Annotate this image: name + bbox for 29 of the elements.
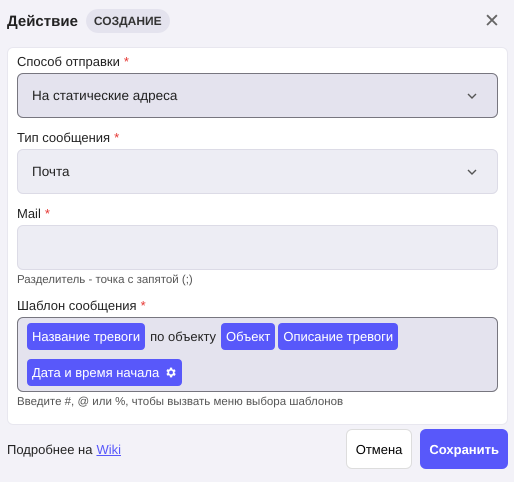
save-button[interactable]: Сохранить: [420, 429, 508, 469]
required-mark: *: [114, 130, 120, 145]
more-text: Подробнее на: [7, 442, 92, 456]
template-tag[interactable]: Описание тревоги: [278, 323, 398, 350]
required-mark: *: [124, 54, 129, 69]
required-mark: *: [44, 206, 50, 221]
chevron-down-icon: [467, 168, 477, 174]
template-text: по объекту: [149, 329, 218, 344]
chevron-down-icon: [467, 92, 477, 98]
required-mark: *: [140, 298, 146, 313]
settings-icon: [164, 366, 178, 379]
select-field[interactable]: На статические адреса: [17, 73, 498, 118]
field-label: Шаблон сообщения: [17, 298, 137, 313]
template-tag[interactable]: Название тревоги: [27, 323, 146, 350]
template-tag[interactable]: Дата и время начала: [27, 359, 182, 386]
cancel-button[interactable]: Отмена: [346, 429, 412, 469]
field-label: Способ отправки: [17, 54, 120, 69]
template-field[interactable]: Название тревоги по объекту Объект Описание тревоги Дата и время начала: [17, 317, 498, 392]
template-tag[interactable]: Объект: [221, 323, 276, 350]
field-hint: Разделитель - точка с запятой (;): [17, 274, 194, 286]
field-hint: Введите #, @ или %, чтобы вызвать меню выбора шаблонов: [17, 396, 344, 408]
dialog-title: Действие: [7, 12, 78, 30]
select-field[interactable]: Почта: [17, 149, 498, 194]
close-button[interactable]: ✕: [480, 9, 504, 33]
wiki-link[interactable]: Wiki: [96, 442, 121, 456]
field-label: Mail: [17, 206, 41, 221]
mode-badge: СОЗДАНИЕ: [86, 9, 170, 33]
field-label: Тип сообщения: [17, 130, 110, 145]
input-field[interactable]: [17, 225, 498, 270]
